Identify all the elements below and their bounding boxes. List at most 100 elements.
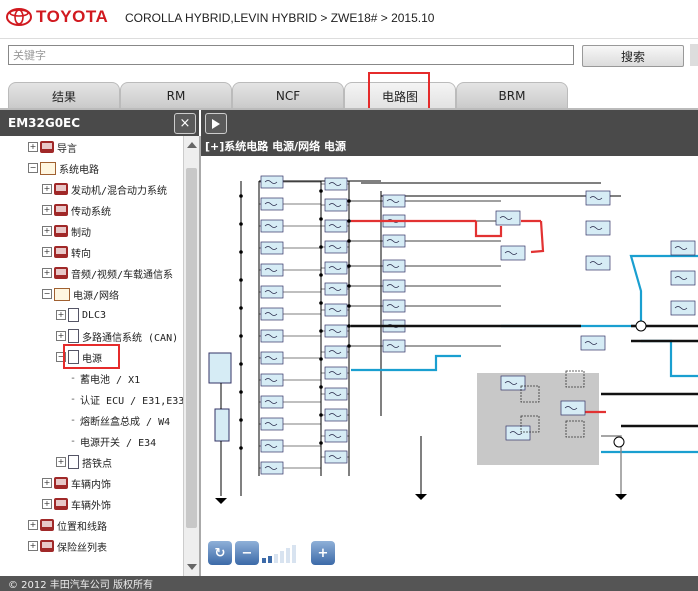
zoom-level-bar[interactable]: [262, 558, 266, 563]
zoom-level-bar[interactable]: [268, 556, 272, 563]
tree-item[interactable]: - 蓄电池 / X1: [70, 369, 140, 387]
tree-item[interactable]: + 车辆外饰: [42, 495, 111, 513]
junction-dot: [319, 413, 323, 417]
tab-results[interactable]: 结果: [8, 82, 120, 109]
junction-dot: [319, 273, 323, 277]
junction-dot: [239, 418, 243, 422]
component-box: [670, 270, 696, 286]
tree-item[interactable]: + 传动系统: [42, 201, 111, 219]
tree-item[interactable]: + 保险丝列表: [28, 537, 107, 555]
connector-circle: [635, 320, 647, 332]
component-box: [580, 335, 606, 351]
tree-item-label: 熔断丝盒总成 / W4: [80, 416, 171, 428]
component-box: [500, 375, 526, 391]
close-panel-button[interactable]: ×: [174, 113, 196, 134]
zoom-out-button[interactable]: −: [235, 541, 259, 565]
tree-item[interactable]: + 多路通信系统 (CAN): [56, 327, 178, 345]
tree-item-label: 车辆内饰: [71, 479, 111, 491]
tab-brm[interactable]: BRM: [456, 82, 568, 109]
tree-item[interactable]: − 系统电路: [28, 159, 99, 177]
tree-item[interactable]: - 熔断丝盒总成 / W4: [70, 411, 170, 429]
tree-item-label: 电源开关 / E34: [80, 437, 157, 449]
component-box: [324, 450, 348, 464]
tree-item-label: 保险丝列表: [57, 542, 107, 554]
tree-item[interactable]: - 电源开关 / E34: [70, 432, 156, 450]
expand-icon[interactable]: +: [42, 268, 52, 278]
zoom-level-bar[interactable]: [292, 545, 296, 563]
component-box: [324, 261, 348, 275]
junction-dot: [239, 306, 243, 310]
tree-item[interactable]: + 音频/视频/车载通信系: [42, 264, 173, 282]
document-icon: [68, 308, 79, 322]
search-input[interactable]: 关键字: [8, 45, 574, 65]
component-box: [260, 351, 284, 365]
toyota-logo: TOYOTA: [6, 7, 108, 27]
open-book-icon: [40, 161, 56, 175]
book-icon: [40, 141, 54, 153]
expand-icon[interactable]: +: [28, 541, 38, 551]
junction-dot: [239, 194, 243, 198]
tree-item[interactable]: + 发动机/混合动力系统: [42, 180, 167, 198]
expand-icon[interactable]: +: [42, 478, 52, 488]
refresh-button[interactable]: ↻: [208, 541, 232, 565]
zoom-in-button[interactable]: +: [311, 541, 335, 565]
scroll-down-icon[interactable]: [187, 564, 197, 570]
wiring-diagram[interactable]: [201, 156, 698, 536]
tree-scroll-thumb[interactable]: [186, 168, 197, 528]
expand-icon[interactable]: +: [56, 310, 66, 320]
left-panel-title: EM32G0EC: [8, 116, 81, 130]
component-box: [500, 245, 526, 261]
expand-icon[interactable]: +: [28, 142, 38, 152]
tree-item[interactable]: + 位置和线路: [28, 516, 107, 534]
collapse-icon[interactable]: −: [28, 163, 38, 173]
open-book-icon: [54, 287, 70, 301]
breadcrumb[interactable]: COROLLA HYBRID,LEVIN HYBRID > ZWE18# > 2…: [125, 11, 434, 25]
junction-dot: [347, 284, 351, 288]
scroll-up-icon[interactable]: [187, 142, 197, 148]
expand-icon[interactable]: +: [56, 331, 66, 341]
book-icon: [54, 267, 68, 279]
expand-panel-button[interactable]: [205, 113, 227, 134]
tab-rm[interactable]: RM: [120, 82, 232, 109]
expand-icon[interactable]: +: [42, 247, 52, 257]
search-button[interactable]: 搜索: [582, 45, 684, 67]
tree-item[interactable]: + DLC3: [56, 306, 106, 324]
expand-icon[interactable]: +: [42, 205, 52, 215]
junction-dot: [319, 357, 323, 361]
expand-icon[interactable]: +: [42, 499, 52, 509]
tree-item-label: 位置和线路: [57, 521, 107, 533]
tree-item-label: 制动: [71, 227, 91, 239]
zoom-level-bar[interactable]: [274, 554, 278, 563]
tree-item[interactable]: + 搭铁点: [56, 453, 112, 471]
junction-dot: [319, 441, 323, 445]
tree-item[interactable]: + 导言: [28, 138, 77, 156]
component-box: [324, 198, 348, 212]
book-icon: [54, 204, 68, 216]
tree-item[interactable]: − 电源/网络: [42, 285, 119, 303]
zoom-level-bar[interactable]: [286, 548, 290, 563]
tree-item[interactable]: + 制动: [42, 222, 91, 240]
tab-ncf[interactable]: NCF: [232, 82, 344, 109]
tree-item-label: 转向: [71, 248, 91, 260]
component-box: [585, 255, 611, 271]
component-box: [324, 324, 348, 338]
tree-scrollbar[interactable]: [183, 136, 200, 576]
expand-icon[interactable]: +: [42, 184, 52, 194]
expand-icon[interactable]: +: [28, 520, 38, 530]
wiring-diagram-canvas[interactable]: [201, 156, 698, 536]
expand-icon[interactable]: +: [56, 457, 66, 467]
tree-item[interactable]: - 认证 ECU / E31,E33: [70, 390, 183, 408]
expand-icon[interactable]: +: [42, 226, 52, 236]
zoom-level-bar[interactable]: [280, 551, 284, 563]
page-scrollbar[interactable]: [690, 44, 698, 66]
document-icon: [68, 329, 79, 343]
zoom-level-indicator[interactable]: [262, 543, 298, 563]
component-box: [324, 387, 348, 401]
book-icon: [54, 246, 68, 258]
tree-item-label: 导言: [57, 143, 77, 155]
component-box: [382, 234, 406, 248]
tree-item[interactable]: + 车辆内饰: [42, 474, 111, 492]
collapse-icon[interactable]: −: [42, 289, 52, 299]
tree-item[interactable]: + 转向: [42, 243, 91, 261]
component-box: [260, 241, 284, 255]
